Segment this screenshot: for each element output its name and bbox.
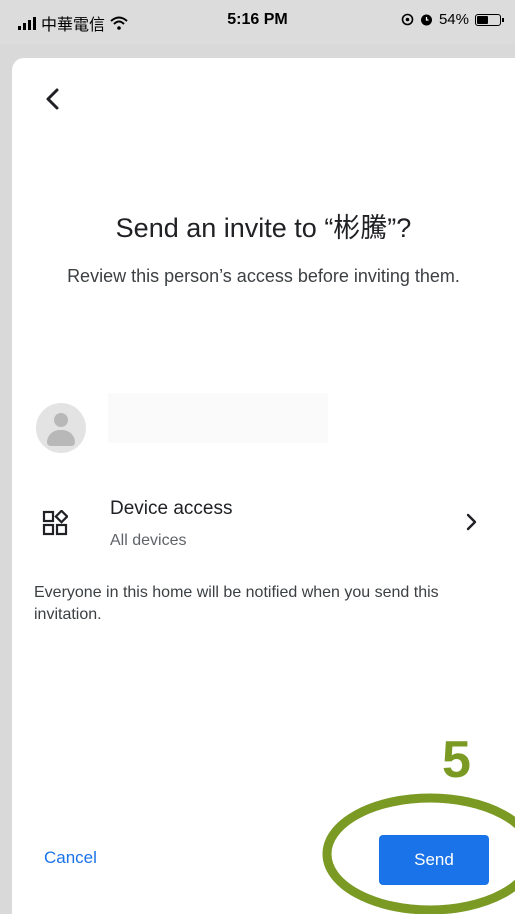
- notification-notice: Everyone in this home will be notified w…: [34, 584, 439, 623]
- avatar-head: [54, 413, 68, 427]
- chevron-left-icon[interactable]: [38, 84, 68, 114]
- page-subtitle: Review this person’s access before invit…: [67, 266, 460, 286]
- battery-percent: 54%: [438, 11, 469, 28]
- invite-sheet: Send an invite to “彬騰”? Review this pers…: [12, 58, 515, 914]
- device-access-value: All devices: [110, 532, 187, 549]
- chevron-right-icon: [466, 513, 477, 531]
- device-grid-icon: [42, 510, 68, 536]
- cancel-button[interactable]: Cancel: [44, 848, 97, 868]
- status-right: 54%: [401, 11, 504, 28]
- send-button[interactable]: Send: [379, 835, 489, 885]
- page-title: Send an invite to “彬騰”?: [115, 213, 412, 243]
- avatar: [36, 403, 86, 453]
- invitee-name-placeholder: [108, 393, 328, 443]
- device-access-row[interactable]: Device access All devices: [12, 488, 515, 560]
- device-access-title: Device access: [110, 498, 233, 519]
- location-icon: [401, 13, 414, 26]
- alarm-icon: [420, 14, 432, 26]
- battery-level: [477, 15, 488, 24]
- status-bar: 中華電信 5:16 PM 54%: [0, 0, 515, 44]
- battery-icon: [475, 13, 504, 26]
- avatar-body: [47, 430, 75, 446]
- step-number-annotation: 5: [442, 731, 471, 789]
